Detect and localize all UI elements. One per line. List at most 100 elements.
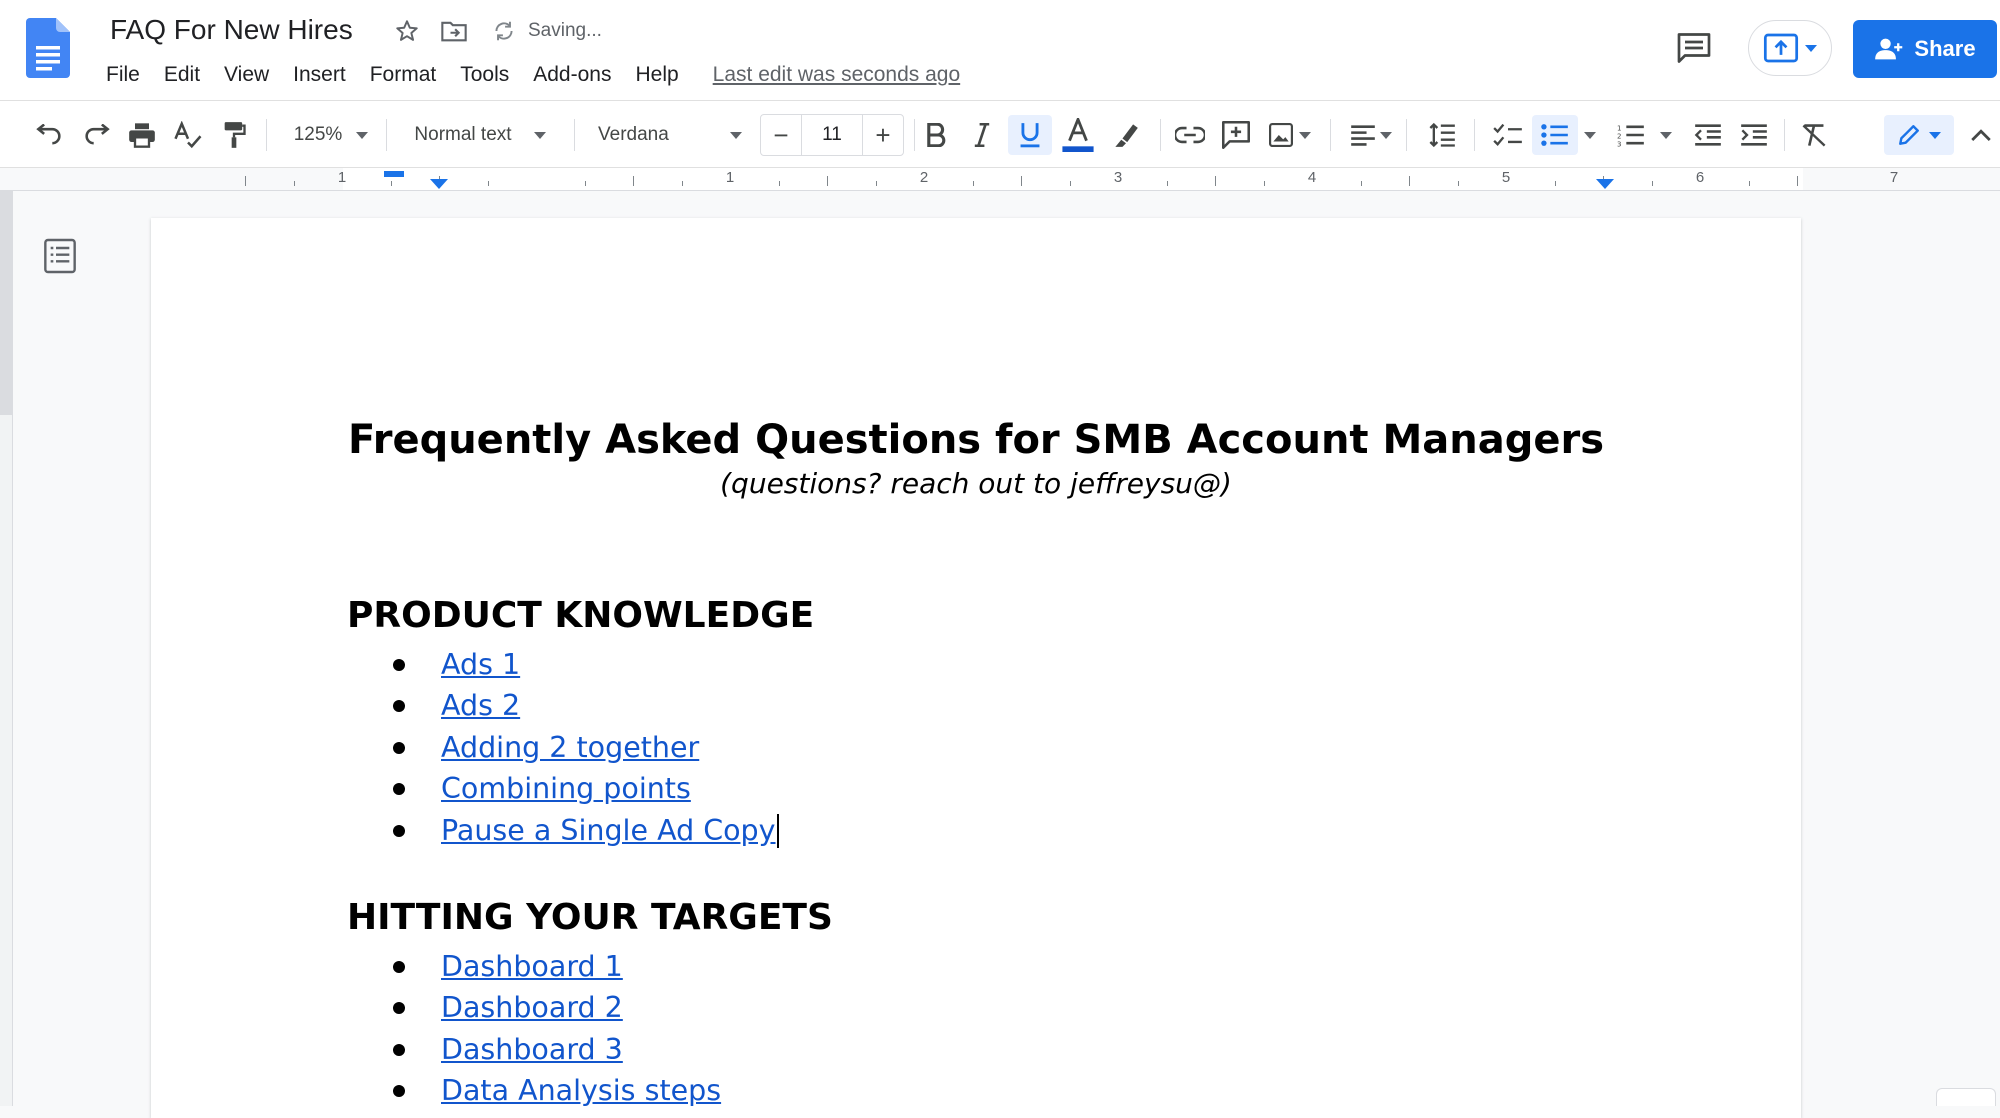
document-outline-icon[interactable] [44, 238, 76, 274]
document-subtitle[interactable]: (questions? reach out to jeffreysu@) [151, 464, 1801, 504]
last-edit-link[interactable]: Last edit was seconds ago [713, 62, 961, 88]
align-dropdown[interactable] [1346, 115, 1396, 155]
font-dropdown[interactable]: Verdana [594, 115, 746, 155]
doc-link[interactable]: Data Analysis steps [441, 1073, 721, 1109]
ruler-tick [633, 176, 634, 186]
decrease-indent-icon[interactable] [1688, 115, 1728, 155]
explore-button[interactable] [1936, 1088, 1996, 1106]
menu-add-ons[interactable]: Add-ons [521, 59, 623, 91]
editing-mode-dropdown[interactable] [1884, 115, 1954, 155]
underline-icon[interactable] [1008, 115, 1052, 155]
section-heading[interactable]: PRODUCT KNOWLEDGE [347, 592, 814, 640]
ruler-tick [875, 181, 877, 186]
bulleted-list-dropdown[interactable] [1580, 115, 1600, 155]
paragraph-style-dropdown[interactable]: Normal text [402, 115, 558, 155]
horizontal-ruler[interactable]: 1 1 2 3 4 5 6 7 [0, 168, 2000, 191]
vertical-ruler-margin [0, 190, 12, 415]
person-add-icon [1875, 38, 1903, 60]
svg-text:2: 2 [1617, 133, 1621, 141]
bullet-icon [393, 960, 405, 973]
doc-link[interactable]: Adding 2 together [441, 730, 699, 766]
insert-link-icon[interactable] [1170, 115, 1210, 155]
bold-icon[interactable] [918, 115, 954, 155]
bullet-icon [393, 1043, 405, 1056]
chevron-down-icon [730, 131, 742, 139]
ruler-tick [1797, 176, 1798, 186]
ruler-tick [1215, 176, 1216, 186]
numbered-list-icon[interactable]: 123 [1612, 115, 1650, 155]
vertical-ruler[interactable] [0, 190, 13, 1106]
chevron-down-icon [1584, 131, 1596, 139]
right-indent-marker[interactable] [1596, 179, 1614, 189]
ruler-tick [487, 181, 489, 186]
print-icon[interactable] [122, 115, 162, 155]
menu-file[interactable]: File [94, 59, 152, 91]
first-line-indent-marker[interactable] [384, 171, 404, 177]
list-item: Dashboard 2 [347, 988, 721, 1030]
chevron-down-icon [533, 131, 546, 139]
bulleted-list-icon[interactable] [1532, 115, 1578, 155]
google-docs-icon[interactable] [26, 18, 70, 78]
toolbar-divider [386, 119, 387, 151]
font-size-input[interactable]: 11 [801, 115, 863, 155]
list-item: Dashboard 1 [347, 946, 721, 988]
checklist-icon[interactable] [1488, 115, 1528, 155]
share-button[interactable]: Share [1853, 20, 1997, 78]
highlight-icon[interactable] [1106, 115, 1146, 155]
ruler-tick [1069, 181, 1071, 186]
ruler-number: 7 [1889, 169, 1899, 186]
left-indent-marker[interactable] [430, 179, 448, 189]
move-to-folder-icon[interactable] [439, 16, 469, 46]
menu-format[interactable]: Format [358, 59, 449, 91]
collapse-menus-icon[interactable] [1968, 115, 1994, 155]
add-comment-icon[interactable] [1216, 115, 1256, 155]
doc-link[interactable]: Dashboard 3 [441, 1032, 623, 1068]
doc-link[interactable]: Ads 2 [441, 688, 520, 724]
chevron-down-icon [1805, 44, 1817, 52]
present-icon [1763, 33, 1799, 63]
ruler-tick [1166, 181, 1168, 186]
menu-tools[interactable]: Tools [448, 59, 521, 91]
menu-help[interactable]: Help [623, 59, 690, 91]
zoom-dropdown[interactable]: 125% [282, 115, 380, 155]
increase-indent-icon[interactable] [1734, 115, 1774, 155]
doc-link[interactable]: Dashboard 1 [441, 949, 623, 985]
align-left-icon [1351, 125, 1375, 146]
doc-link[interactable]: Pause a Single Ad Copy [441, 813, 776, 849]
text-color-icon[interactable] [1058, 115, 1098, 155]
insert-image-dropdown[interactable] [1262, 115, 1318, 155]
font-name-value: Verdana [598, 124, 669, 145]
menu-insert[interactable]: Insert [281, 59, 358, 91]
undo-icon[interactable] [30, 115, 70, 155]
ruler-tick [1409, 176, 1410, 186]
comments-icon[interactable] [1674, 28, 1714, 68]
doc-link[interactable]: Dashboard 2 [441, 990, 623, 1026]
ruler-tick [1021, 176, 1022, 186]
doc-link[interactable]: Ads 1 [441, 647, 520, 683]
increase-font-size-button[interactable]: + [863, 115, 903, 155]
document-title[interactable]: FAQ For New Hires [106, 10, 357, 50]
document-heading[interactable]: Frequently Asked Questions for SMB Accou… [151, 414, 1801, 466]
section-heading[interactable]: HITTING YOUR TARGETS [347, 894, 833, 942]
document-page[interactable]: Frequently Asked Questions for SMB Accou… [151, 218, 1801, 1118]
spellcheck-icon[interactable] [168, 115, 208, 155]
share-label: Share [1914, 36, 1976, 61]
list-item: Ads 1 [347, 644, 779, 686]
line-spacing-icon[interactable] [1422, 115, 1462, 155]
italic-icon[interactable] [964, 115, 1000, 155]
menu-edit[interactable]: Edit [152, 59, 212, 91]
bullet-icon [393, 783, 405, 796]
star-icon[interactable] [392, 16, 422, 46]
redo-icon[interactable] [76, 115, 116, 155]
paint-format-icon[interactable] [214, 115, 254, 155]
numbered-list-dropdown[interactable] [1656, 115, 1676, 155]
decrease-font-size-button[interactable]: − [761, 115, 801, 155]
menu-view[interactable]: View [212, 59, 281, 91]
present-button[interactable] [1748, 20, 1832, 76]
doc-link[interactable]: Combining points [441, 771, 691, 807]
chevron-down-icon [1380, 131, 1392, 139]
bullet-list: Dashboard 1 Dashboard 2 Dashboard 3 Data… [347, 946, 721, 1112]
clear-formatting-icon[interactable] [1794, 115, 1834, 155]
ruler-number: 3 [1113, 169, 1123, 186]
toolbar-divider [574, 119, 575, 151]
